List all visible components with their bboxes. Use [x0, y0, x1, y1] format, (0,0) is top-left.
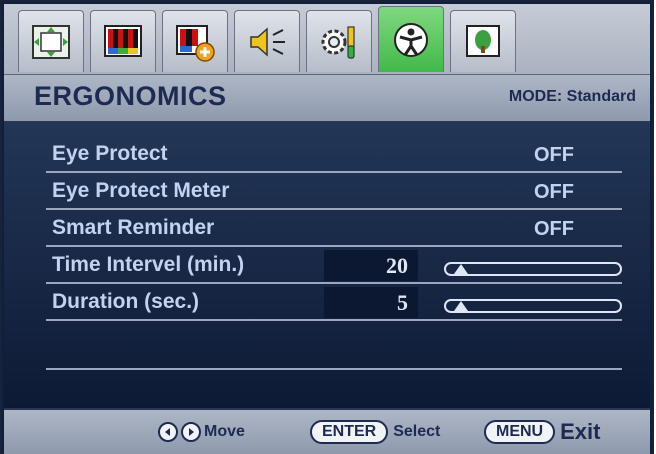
key-hint-bar: Move ENTER Select MENU Exit	[4, 408, 650, 454]
settings-list: Eye Protect OFF Eye Protect Meter OFF Sm…	[4, 122, 650, 408]
move-hint: Move	[158, 410, 245, 454]
setting-value: 20	[386, 253, 408, 278]
right-arrow-icon[interactable]	[181, 422, 201, 442]
speaker-icon	[250, 26, 285, 57]
mode-indicator: MODE: Standard	[508, 88, 636, 105]
color-adjust-icon	[176, 24, 215, 62]
tab-picture[interactable]	[450, 10, 516, 72]
setting-value: OFF	[534, 181, 574, 203]
system-settings-icon	[321, 25, 355, 59]
setting-label: Smart Reminder	[52, 216, 215, 239]
page-title: ERGONOMICS	[34, 81, 227, 111]
duration-slider[interactable]	[444, 292, 622, 314]
value-box: 5	[324, 287, 418, 318]
menu-header: ERGONOMICS MODE: Standard	[4, 74, 650, 123]
tab-system[interactable]	[306, 10, 372, 72]
time-interval-slider[interactable]	[444, 255, 622, 277]
enter-key[interactable]: ENTER	[310, 420, 389, 444]
setting-label: Eye Protect	[52, 142, 168, 165]
value-box: 20	[324, 250, 418, 281]
select-label: Select	[393, 423, 441, 440]
exit-hint: MENU Exit	[484, 410, 600, 454]
ergonomics-icon	[394, 22, 428, 57]
setting-value: OFF	[534, 144, 574, 166]
slider-handle[interactable]	[454, 264, 468, 274]
setting-label: Duration (sec.)	[52, 290, 200, 313]
tab-audio[interactable]	[234, 10, 300, 72]
setting-value: 5	[397, 290, 408, 315]
tab-bar	[4, 4, 650, 74]
setting-label: Eye Protect Meter	[52, 179, 230, 202]
setting-eye-protect[interactable]: Eye Protect OFF	[46, 136, 622, 173]
move-label: Move	[204, 423, 245, 440]
setting-time-interval[interactable]: Time Intervel (min.) 20	[46, 247, 622, 284]
color-bars-icon	[104, 24, 142, 57]
setting-smart-reminder[interactable]: Smart Reminder OFF	[46, 210, 622, 247]
exit-label: Exit	[560, 419, 601, 444]
osd-menu: ERGONOMICS MODE: Standard Eye Protect OF…	[0, 0, 654, 454]
select-hint: ENTER Select	[310, 410, 440, 454]
tab-ergonomics[interactable]	[378, 6, 444, 72]
divider	[46, 368, 622, 370]
slider-handle[interactable]	[454, 301, 468, 311]
picture-icon	[466, 24, 500, 57]
tab-color-adjust[interactable]	[162, 10, 228, 72]
setting-value: OFF	[534, 218, 574, 240]
setting-duration[interactable]: Duration (sec.) 5	[46, 284, 622, 321]
tab-display-position[interactable]	[18, 10, 84, 72]
setting-label: Time Intervel (min.)	[52, 253, 245, 276]
display-position-icon	[32, 24, 70, 59]
menu-key[interactable]: MENU	[484, 420, 556, 444]
tab-picture-color[interactable]	[90, 10, 156, 72]
left-arrow-icon[interactable]	[158, 422, 178, 442]
setting-eye-protect-meter[interactable]: Eye Protect Meter OFF	[46, 173, 622, 210]
